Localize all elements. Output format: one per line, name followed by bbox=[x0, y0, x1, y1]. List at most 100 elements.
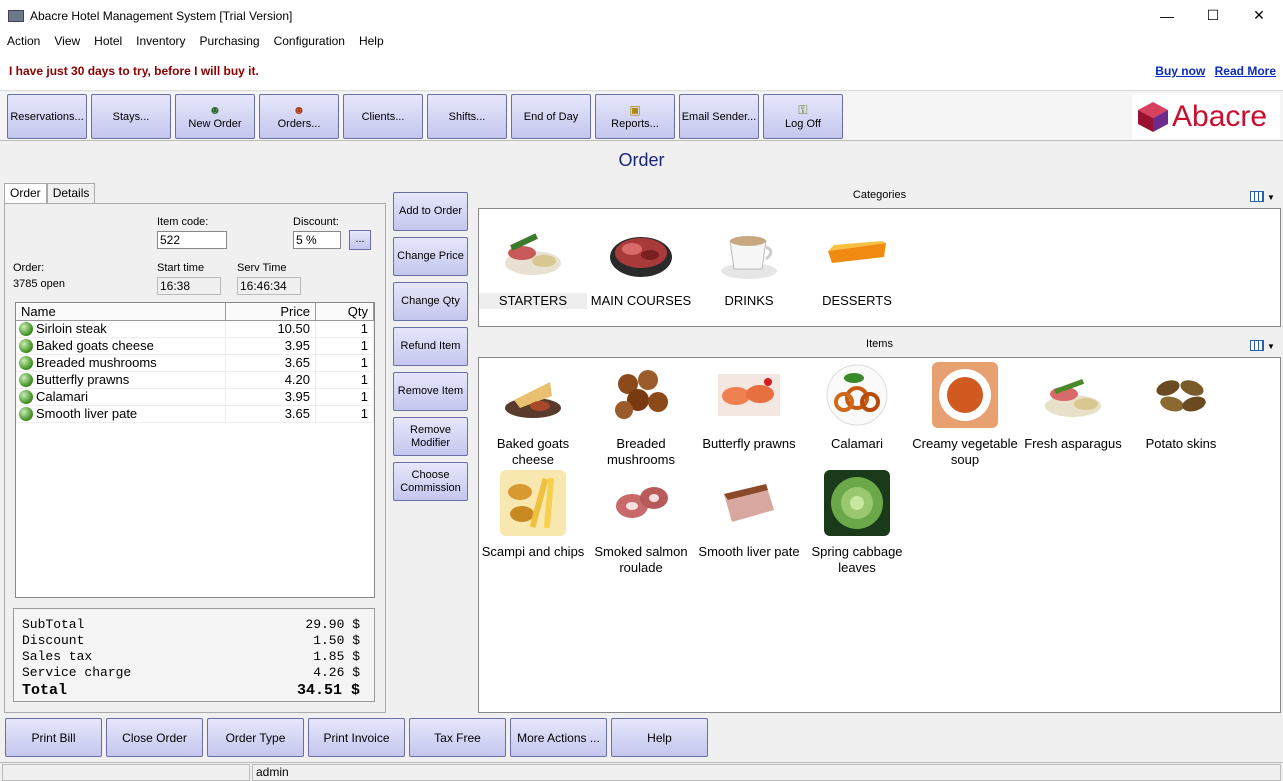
logo-cube-icon bbox=[1138, 101, 1168, 132]
print-bill-button[interactable]: Print Bill bbox=[5, 718, 102, 757]
item-smoked-salmon-roulade[interactable]: Smoked salmon roulade bbox=[587, 470, 695, 576]
buy-now-link[interactable]: Buy now bbox=[1155, 64, 1205, 78]
change-qty-button[interactable]: Change Qty bbox=[393, 282, 468, 321]
help-button[interactable]: Help bbox=[611, 718, 708, 757]
reservations-button[interactable]: Reservations... bbox=[7, 94, 87, 139]
view-mode-icon[interactable] bbox=[1250, 340, 1264, 351]
discount-picker-button[interactable]: ... bbox=[349, 230, 371, 250]
menu-view[interactable]: View bbox=[47, 34, 87, 48]
calamari-image bbox=[826, 364, 888, 426]
reports-button[interactable]: ▣ Reports... bbox=[595, 94, 675, 139]
more-actions-button[interactable]: More Actions ... bbox=[510, 718, 607, 757]
service-charge-label: Service charge bbox=[22, 665, 132, 680]
maximize-icon[interactable]: ☐ bbox=[1190, 0, 1236, 31]
item-calamari[interactable]: Calamari bbox=[803, 362, 911, 452]
tax-free-button[interactable]: Tax Free bbox=[409, 718, 506, 757]
table-row[interactable]: Butterfly prawns 4.20 1 bbox=[16, 372, 374, 389]
item-label: Creamy vegetable soup bbox=[912, 436, 1018, 467]
email-sender-button[interactable]: Email Sender... bbox=[679, 94, 759, 139]
item-code-input[interactable]: 522 bbox=[157, 231, 227, 249]
remove-item-button[interactable]: Remove Item bbox=[393, 372, 468, 411]
category-desserts[interactable]: DESSERTS bbox=[803, 219, 911, 309]
log-off-button[interactable]: ⚿ Log Off bbox=[763, 94, 843, 139]
close-order-button[interactable]: Close Order bbox=[106, 718, 203, 757]
order-totals: SubTotal 29.90 $ Discount 1.50 $ Sales tax… bbox=[13, 608, 375, 702]
starters-image bbox=[505, 233, 561, 275]
butterfly-prawns-image bbox=[718, 374, 780, 416]
item-baked-goats-cheese[interactable]: Baked goats cheese bbox=[479, 362, 587, 468]
item-fresh-asparagus[interactable]: Fresh asparagus bbox=[1019, 362, 1127, 452]
item-potato-skins[interactable]: Potato skins bbox=[1127, 362, 1235, 452]
table-row[interactable]: Smooth liver pate 3.65 1 bbox=[16, 406, 374, 423]
chevron-down-icon[interactable]: ▼ bbox=[1267, 342, 1275, 351]
breaded-mushrooms-image bbox=[615, 370, 668, 419]
col-qty[interactable]: Qty bbox=[316, 303, 374, 320]
category-drinks[interactable]: DRINKS bbox=[695, 219, 803, 309]
print-invoice-button[interactable]: Print Invoice bbox=[308, 718, 405, 757]
row-price: 3.65 bbox=[226, 406, 316, 422]
chevron-down-icon[interactable]: ▼ bbox=[1267, 193, 1275, 202]
table-row[interactable]: Calamari 3.95 1 bbox=[16, 389, 374, 406]
item-smooth-liver-pate[interactable]: Smooth liver pate bbox=[695, 470, 803, 560]
item-label: Smoked salmon roulade bbox=[594, 544, 688, 575]
table-row[interactable]: Sirloin steak 10.50 1 bbox=[16, 321, 374, 338]
category-main-courses[interactable]: MAIN COURSES bbox=[587, 219, 695, 309]
sales-tax-label: Sales tax bbox=[22, 649, 93, 664]
stays-button[interactable]: Stays... bbox=[91, 94, 171, 139]
category-starters[interactable]: STARTERS bbox=[479, 219, 587, 309]
item-spring-cabbage-leaves[interactable]: Spring cabbage leaves bbox=[803, 470, 911, 576]
shifts-label: Shifts... bbox=[448, 110, 486, 123]
col-price[interactable]: Price bbox=[226, 303, 316, 320]
item-scampi-and-chips[interactable]: Scampi and chips bbox=[479, 470, 587, 560]
menu-action[interactable]: Action bbox=[0, 34, 47, 48]
item-label: Baked goats cheese bbox=[496, 436, 570, 467]
orders-button[interactable]: ☻ Orders... bbox=[259, 94, 339, 139]
menu-inventory[interactable]: Inventory bbox=[129, 34, 192, 48]
table-row[interactable]: Breaded mushrooms 3.65 1 bbox=[16, 355, 374, 372]
desserts-image bbox=[828, 241, 886, 263]
item-creamy-vegetable-soup[interactable]: Creamy vegetable soup bbox=[911, 362, 1019, 468]
sales-tax-value: 1.85 $ bbox=[313, 649, 360, 664]
row-name: Baked goats cheese bbox=[36, 338, 154, 353]
creamy-vegetable-soup-image bbox=[932, 362, 998, 428]
orders-label: Orders... bbox=[277, 118, 321, 130]
new-order-button[interactable]: ☻ New Order bbox=[175, 94, 255, 139]
stays-label: Stays... bbox=[112, 110, 150, 123]
change-price-button[interactable]: Change Price bbox=[393, 237, 468, 276]
close-icon[interactable]: ✕ bbox=[1236, 0, 1282, 31]
item-status-icon bbox=[19, 322, 33, 336]
row-name: Sirloin steak bbox=[36, 321, 107, 336]
scampi-and-chips-image bbox=[500, 470, 566, 536]
tab-details[interactable]: Details bbox=[46, 183, 96, 203]
refund-item-button[interactable]: Refund Item bbox=[393, 327, 468, 366]
minimize-icon[interactable]: — bbox=[1144, 0, 1190, 31]
view-mode-icon[interactable] bbox=[1250, 191, 1264, 202]
choose-commission-button[interactable]: Choose Commission bbox=[393, 462, 468, 501]
item-label: Fresh asparagus bbox=[1024, 436, 1122, 451]
menu-help[interactable]: Help bbox=[352, 34, 391, 48]
item-code-label: Item code: bbox=[157, 216, 209, 228]
clients-button[interactable]: Clients... bbox=[343, 94, 423, 139]
discount-input[interactable]: 5 % bbox=[293, 231, 341, 249]
menu-purchasing[interactable]: Purchasing bbox=[193, 34, 267, 48]
col-name[interactable]: Name bbox=[16, 303, 226, 320]
end-of-day-button[interactable]: End of Day bbox=[511, 94, 591, 139]
shifts-button[interactable]: Shifts... bbox=[427, 94, 507, 139]
table-row[interactable]: Baked goats cheese 3.95 1 bbox=[16, 338, 374, 355]
read-more-link[interactable]: Read More bbox=[1215, 64, 1276, 78]
menu-hotel[interactable]: Hotel bbox=[87, 34, 129, 48]
logo-text: Abacre bbox=[1172, 99, 1268, 133]
add-to-order-button[interactable]: Add to Order bbox=[393, 192, 468, 231]
category-label: STARTERS bbox=[479, 293, 587, 309]
order-type-button[interactable]: Order Type bbox=[207, 718, 304, 757]
menu-configuration[interactable]: Configuration bbox=[267, 34, 352, 48]
remove-modifier-button[interactable]: Remove Modifier bbox=[393, 417, 468, 456]
item-butterfly-prawns[interactable]: Butterfly prawns bbox=[695, 362, 803, 452]
new-order-label: New Order bbox=[188, 118, 242, 130]
tab-order[interactable]: Order bbox=[4, 183, 47, 204]
subtotal-label: SubTotal bbox=[22, 617, 85, 632]
reservations-label: Reservations... bbox=[10, 110, 84, 123]
items-header: Items bbox=[476, 335, 1283, 355]
order-items-grid[interactable]: Name Price Qty Sirloin steak 10.50 1 Bak… bbox=[15, 302, 375, 598]
item-breaded-mushrooms[interactable]: Breaded mushrooms bbox=[587, 362, 695, 468]
